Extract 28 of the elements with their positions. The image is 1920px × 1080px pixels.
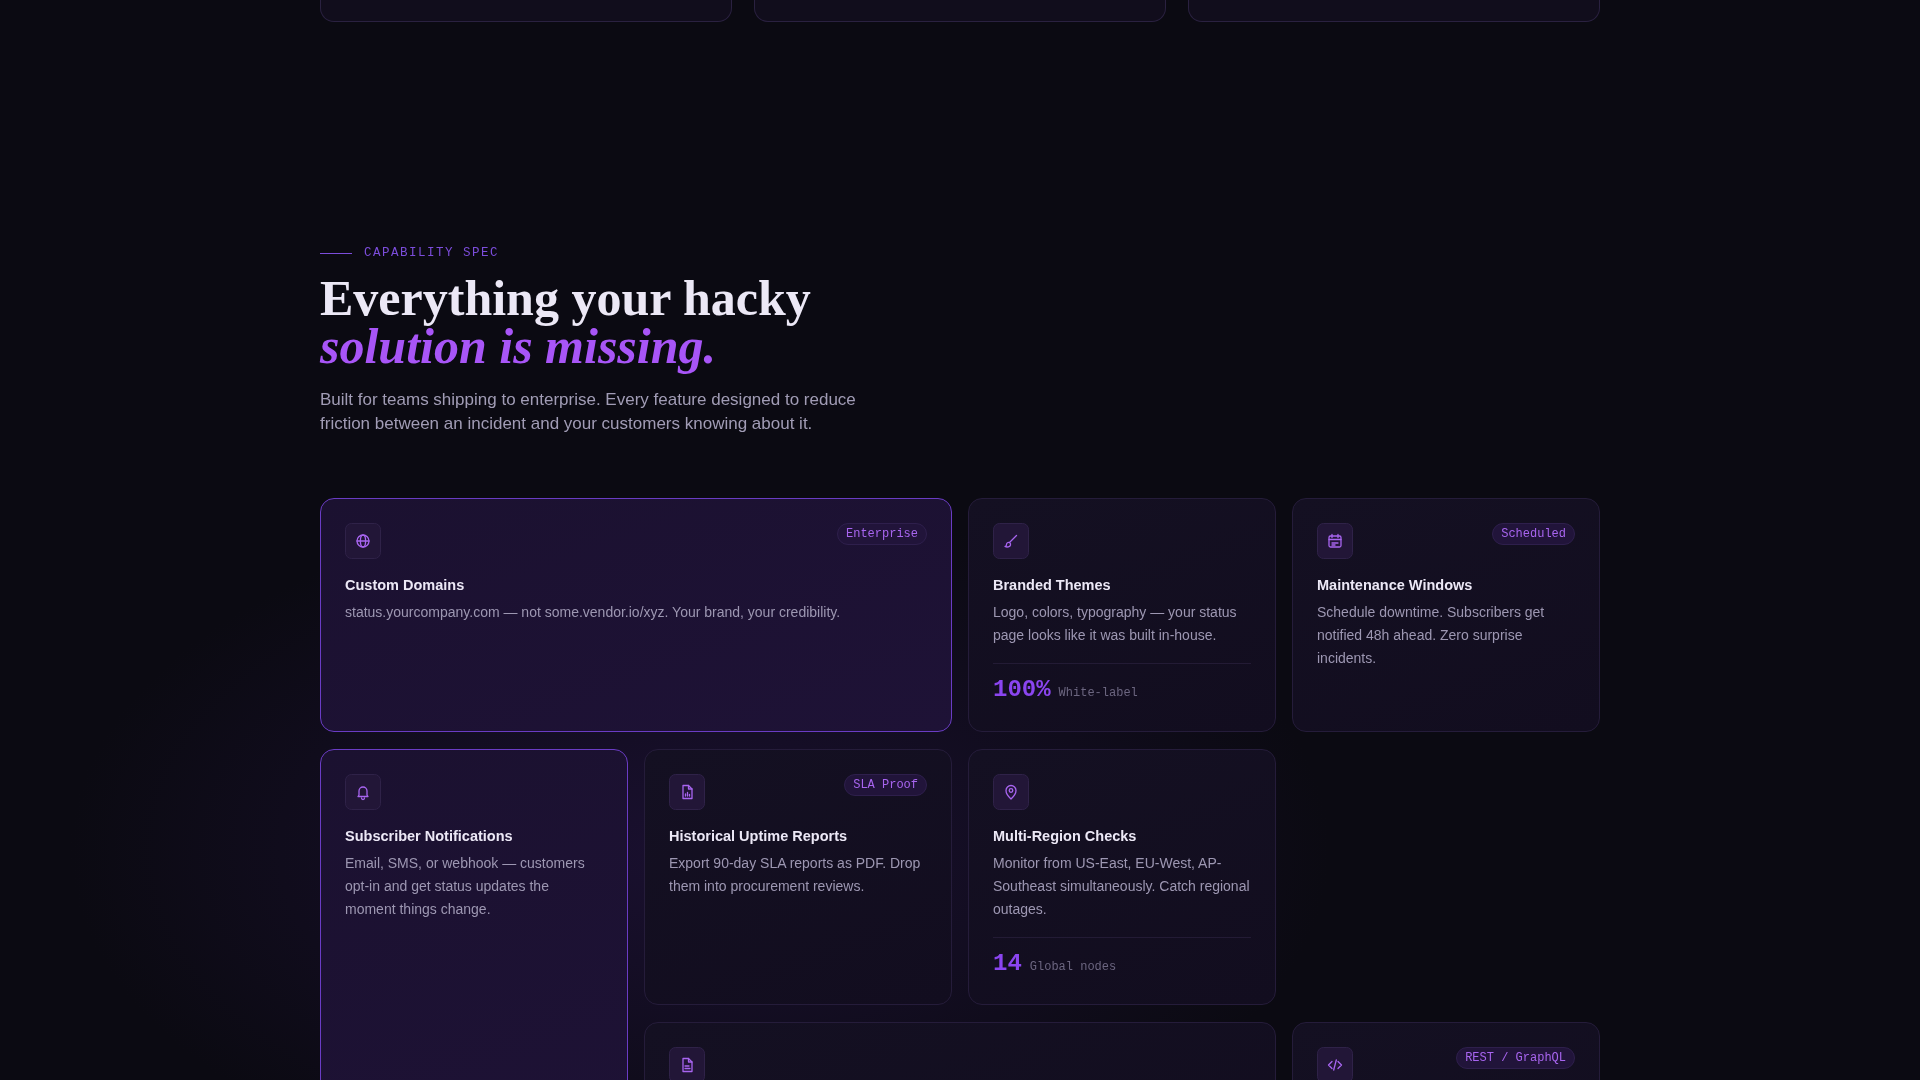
file-chart-icon: [669, 774, 705, 810]
bell-icon: [345, 774, 381, 810]
feature-title: Subscriber Notifications: [345, 828, 514, 844]
feature-title: Branded Themes: [993, 577, 1112, 593]
feature-description: Monitor from US-East, EU-West, AP-Southeast simultaneously. Catch regional outages.: [993, 854, 1251, 919]
feature-description: status.yourcompany.com — not some.vendor.io/xyz. Your brand, your credibility.: [345, 603, 842, 622]
feature-description: Email, SMS, or webhook — customers opt-in and get status updates the moment things change.: [345, 854, 586, 919]
feature-badge: REST / GraphQL: [1456, 1047, 1575, 1069]
stat-value: 100%: [993, 676, 1051, 703]
feature-badge: SLA Proof: [844, 774, 927, 796]
map-pin-icon: [993, 774, 1029, 810]
section-intro: Built for teams shipping to enterprise. Every feature designed to reduce friction between an incident and your customers knowing about it.: [320, 389, 857, 435]
feature-description: Schedule downtime. Subscribers get notified 48h ahead. Zero surprise incidents.: [1317, 603, 1546, 668]
globe-icon: [345, 523, 381, 559]
feature-description: Logo, colors, typography — your status page looks like it was built in-house.: [993, 603, 1238, 645]
feature-title: Custom Domains: [345, 577, 466, 593]
stat-label: White-label: [1058, 686, 1138, 700]
feature-title: Multi-Region Checks: [993, 828, 1138, 844]
stat-value: 14: [993, 950, 1022, 977]
stat-label: Global nodes: [1029, 960, 1117, 974]
feature-description: Export 90-day SLA reports as PDF. Drop them into procurement reviews.: [669, 854, 922, 896]
calendar-icon: [1317, 523, 1353, 559]
feature-title: Maintenance Windows: [1317, 577, 1474, 593]
brush-icon: [993, 523, 1029, 559]
feature-badge: Enterprise: [837, 523, 927, 545]
feature-title: Historical Uptime Reports: [669, 828, 849, 844]
feature-badge: Scheduled: [1492, 523, 1575, 545]
section-eyebrow: CAPABILITY SPEC: [364, 246, 500, 260]
